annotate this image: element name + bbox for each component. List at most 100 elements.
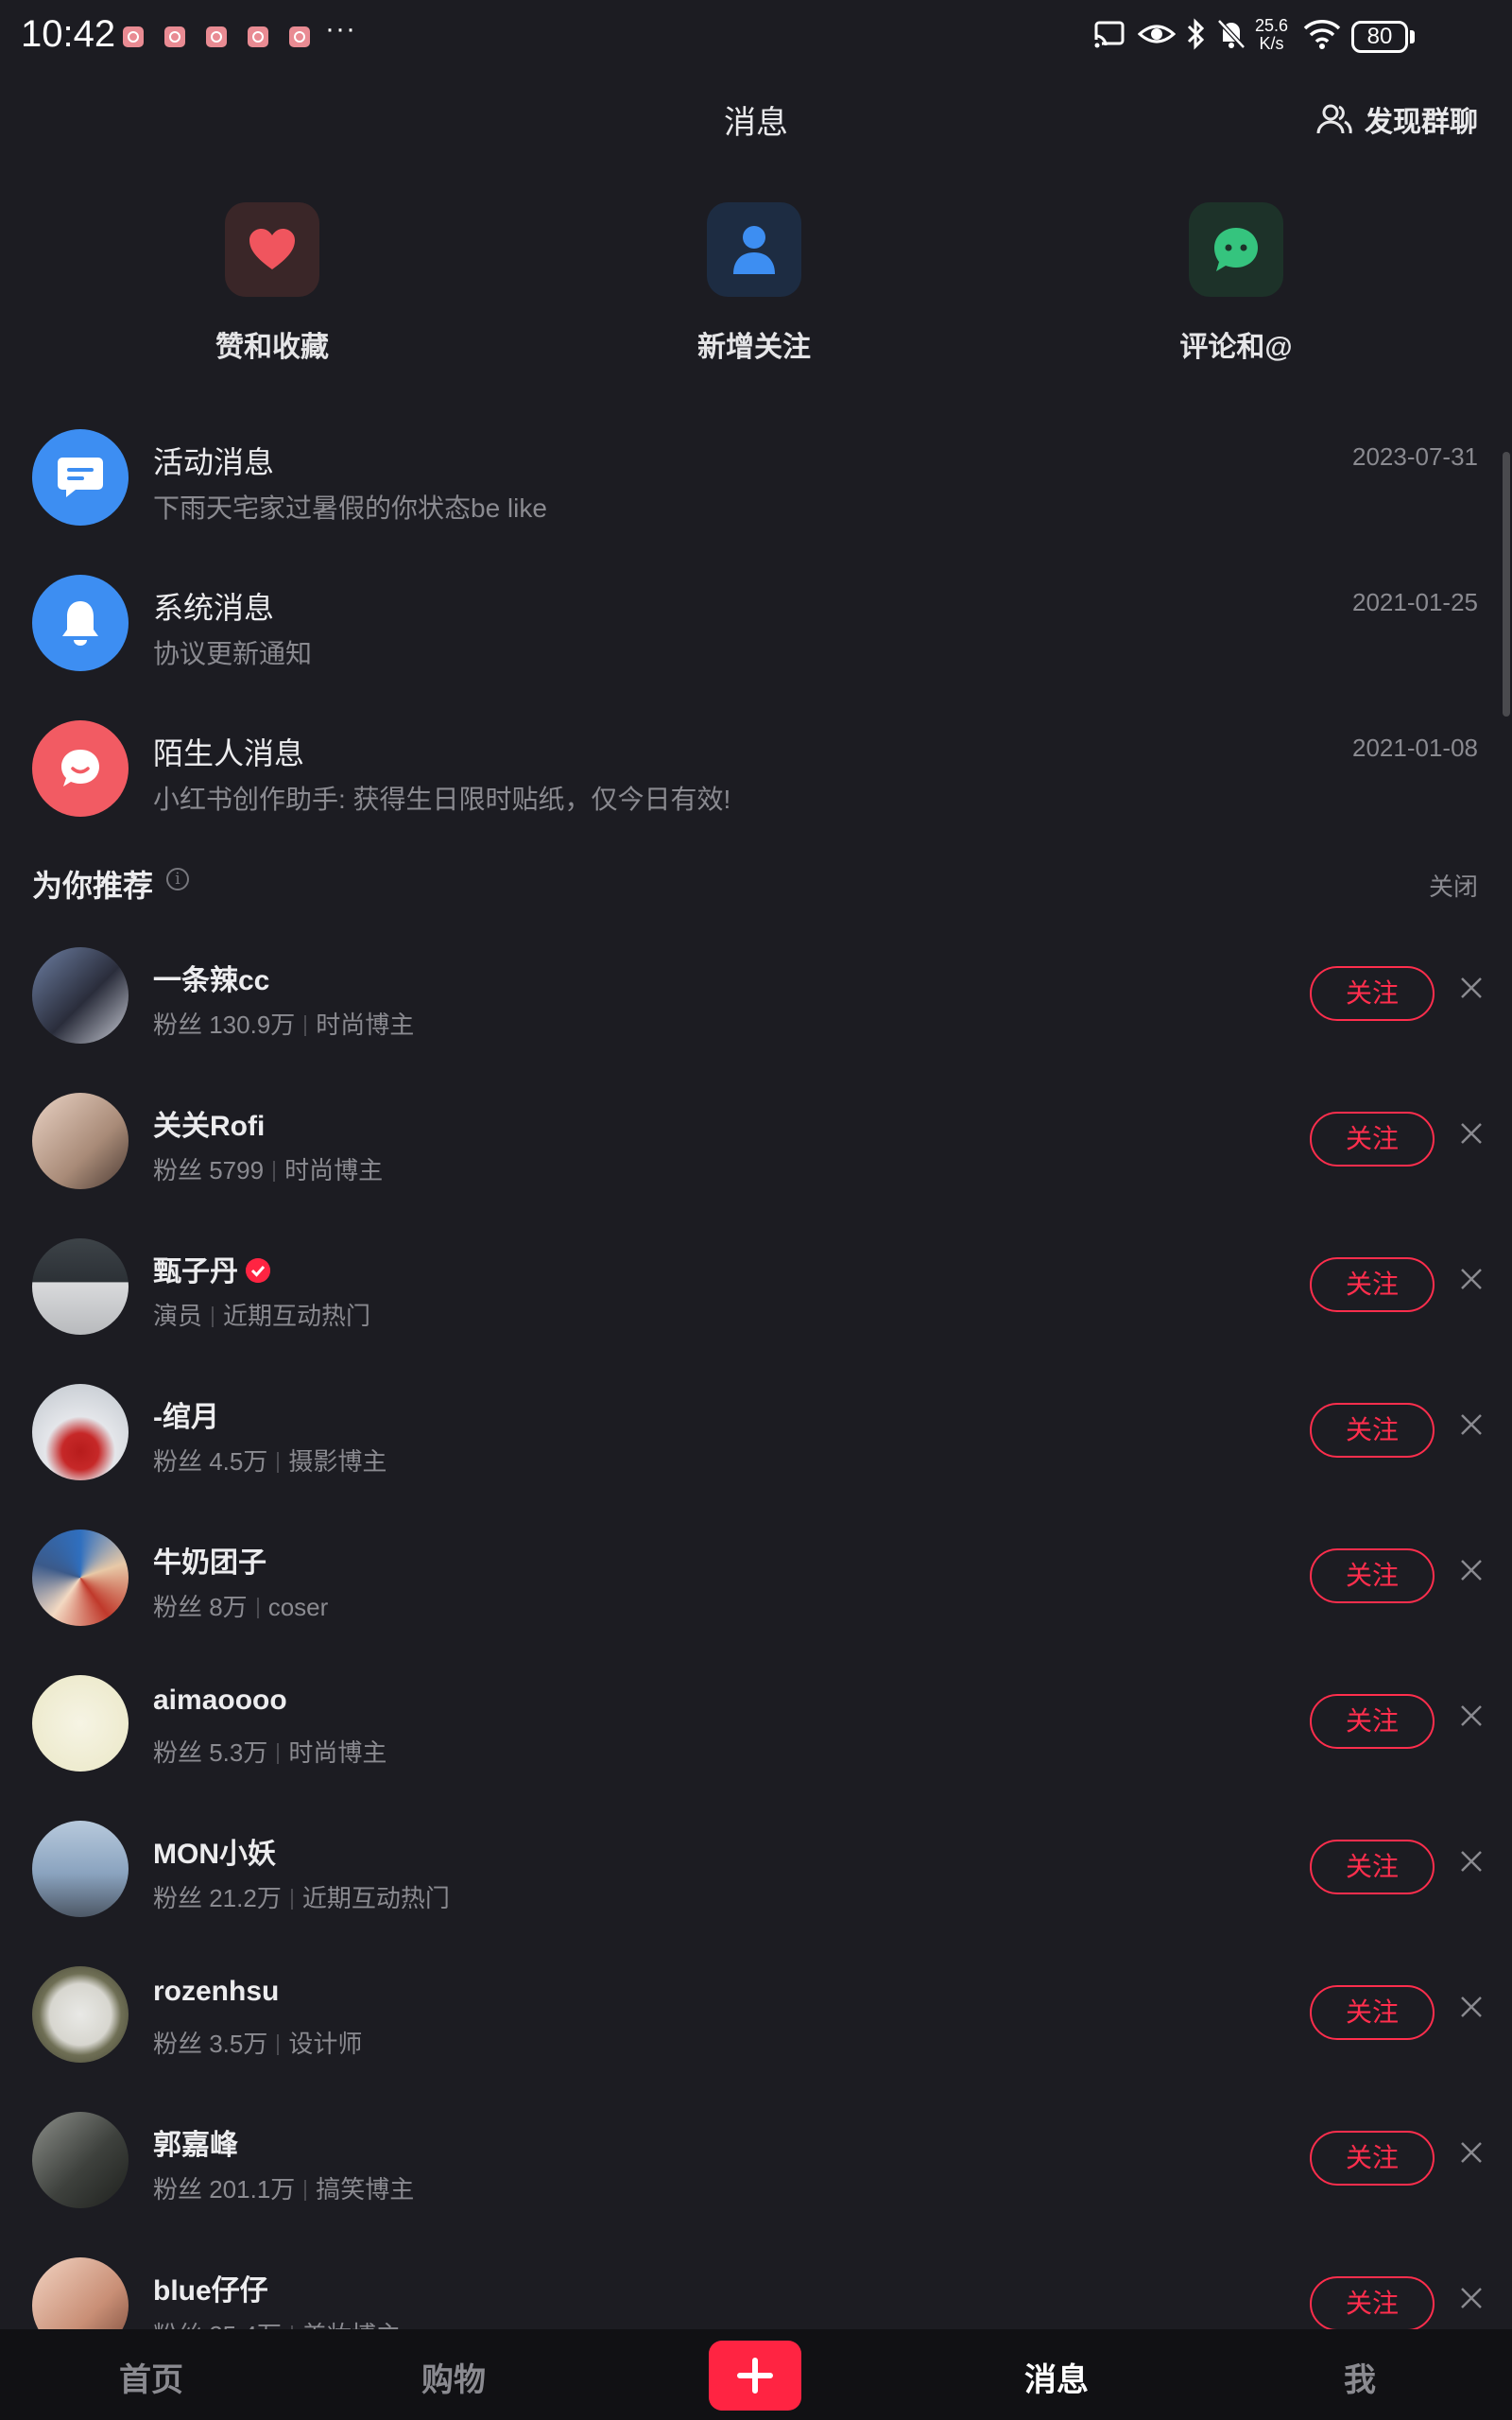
dismiss-icon[interactable]: [1459, 1703, 1484, 1728]
avatar[interactable]: [32, 1384, 129, 1480]
network-speed-unit: K/s: [1259, 34, 1284, 53]
user-name: rozenhsu: [153, 1976, 280, 2007]
dismiss-icon[interactable]: [1459, 1121, 1484, 1146]
nav-home[interactable]: 首页: [119, 2354, 183, 2400]
message-title: 陌生人消息: [153, 736, 305, 770]
meta-divider: [277, 1452, 280, 1473]
app-notification-icon: [289, 26, 310, 47]
info-icon[interactable]: i: [166, 868, 189, 890]
recommend-user-row[interactable]: -绾月 粉丝 4.5万 摄影博主 关注: [0, 1384, 1512, 1488]
user-name: 甄子丹: [153, 1256, 238, 1288]
message-title: 活动消息: [153, 445, 275, 479]
recommend-user-row[interactable]: 甄子丹 演员 近期互动热门 关注: [0, 1238, 1512, 1342]
comments-and-mentions-tile[interactable]: 评论和@: [1132, 202, 1340, 365]
follow-button[interactable]: 关注: [1310, 1985, 1435, 2040]
dismiss-icon[interactable]: [1459, 1995, 1484, 2019]
dismiss-icon[interactable]: [1459, 1267, 1484, 1291]
create-post-button[interactable]: [709, 2341, 801, 2411]
follow-button[interactable]: 关注: [1310, 2276, 1435, 2331]
user-tag: 近期互动热门: [223, 1302, 371, 1330]
user-meta: 演员 近期互动热门: [153, 1297, 370, 1332]
recommend-user-row[interactable]: 关关Rofi 粉丝 5799 时尚博主 关注: [0, 1093, 1512, 1197]
wifi-icon: [1303, 20, 1341, 49]
dismiss-icon[interactable]: [1459, 976, 1484, 1000]
dismiss-icon[interactable]: [1459, 2140, 1484, 2165]
follow-button[interactable]: 关注: [1310, 1257, 1435, 1312]
follow-button[interactable]: 关注: [1310, 966, 1435, 1021]
new-followers-tile[interactable]: 新增关注: [650, 202, 858, 365]
app-notification-icon: [248, 26, 268, 47]
stranger-message-avatar: [32, 720, 129, 817]
avatar[interactable]: [32, 1238, 129, 1335]
recommend-user-row[interactable]: 郭嘉峰 粉丝 201.1万 搞笑博主 关注: [0, 2112, 1512, 2216]
clock: 10:42: [21, 13, 116, 55]
follow-button[interactable]: 关注: [1310, 1403, 1435, 1458]
avatar[interactable]: [32, 947, 129, 1044]
follow-button[interactable]: 关注: [1310, 2131, 1435, 2186]
followers-icon-box: [707, 202, 801, 297]
dismiss-icon[interactable]: [1459, 1558, 1484, 1582]
nav-messages[interactable]: 消息: [1024, 2354, 1089, 2400]
user-meta: 粉丝 3.5万 设计师: [153, 2025, 362, 2060]
avatar[interactable]: [32, 1093, 129, 1189]
recommend-user-row[interactable]: rozenhsu 粉丝 3.5万 设计师 关注: [0, 1966, 1512, 2070]
meta-divider: [304, 1015, 307, 1036]
dismiss-icon[interactable]: [1459, 1412, 1484, 1437]
recommend-user-row[interactable]: 一条辣cc 粉丝 130.9万 时尚博主 关注: [0, 947, 1512, 1051]
follow-button[interactable]: 关注: [1310, 1548, 1435, 1603]
user-name: aimaoooo: [153, 1685, 287, 1716]
meta-divider: [212, 1306, 215, 1327]
user-tag: 时尚博主: [316, 1011, 415, 1039]
user-name: 牛奶团子: [153, 1547, 266, 1579]
nav-me[interactable]: 我: [1344, 2354, 1376, 2400]
follow-button[interactable]: 关注: [1310, 1112, 1435, 1167]
avatar[interactable]: [32, 1966, 129, 2063]
meta-divider: [277, 1743, 280, 1764]
recommend-user-row[interactable]: MON小妖 粉丝 21.2万 近期互动热门 关注: [0, 1821, 1512, 1925]
more-notifications-icon: ···: [325, 13, 356, 44]
user-followers: 粉丝 8万: [153, 1593, 248, 1621]
user-meta: 粉丝 5.3万 时尚博主: [153, 1734, 387, 1769]
avatar[interactable]: [32, 1675, 129, 1772]
follow-button[interactable]: 关注: [1310, 1694, 1435, 1749]
recommend-user-row[interactable]: 牛奶团子 粉丝 8万 coser 关注: [0, 1530, 1512, 1634]
chat-bubble-icon: [61, 750, 99, 786]
discover-group-chat-button[interactable]: 发现群聊: [1315, 98, 1478, 140]
user-tag: 设计师: [288, 2030, 363, 2058]
nav-shop[interactable]: 购物: [421, 2354, 486, 2400]
avatar[interactable]: [32, 1530, 129, 1626]
likes-and-saves-tile[interactable]: 赞和收藏: [168, 202, 376, 365]
battery-tip: [1410, 30, 1415, 43]
user-name-with-badge: 甄子丹: [153, 1248, 270, 1289]
dismiss-icon[interactable]: [1459, 2286, 1484, 2310]
user-followers: 粉丝 130.9万: [153, 1011, 296, 1039]
activity-message-row[interactable]: 活动消息 下雨天宅家过暑假的你状态be like 2023-07-31: [0, 429, 1512, 562]
meta-divider: [256, 1598, 259, 1618]
user-name: 一条辣cc: [153, 965, 270, 996]
recommend-user-row[interactable]: aimaoooo 粉丝 5.3万 时尚博主 关注: [0, 1675, 1512, 1779]
person-icon: [733, 226, 775, 274]
activity-message-avatar: [32, 429, 129, 526]
scrollbar[interactable]: [1503, 452, 1510, 717]
bluetooth-icon: [1187, 18, 1205, 50]
user-meta: 粉丝 21.2万 近期互动热门: [153, 1879, 450, 1914]
meta-divider: [304, 2180, 307, 2201]
avatar[interactable]: [32, 1821, 129, 1917]
system-message-row[interactable]: 系统消息 协议更新通知 2021-01-25: [0, 575, 1512, 707]
message-title: 系统消息: [153, 591, 275, 625]
dismiss-icon[interactable]: [1459, 1849, 1484, 1874]
new-followers-label: 新增关注: [697, 332, 811, 363]
message-preview: 下雨天宅家过暑假的你状态be like: [153, 493, 547, 523]
plus-icon: [737, 2358, 773, 2394]
user-tag: 搞笑博主: [316, 2175, 415, 2204]
status-bar: 10:42 ··· 25.6 K/s 80: [0, 0, 1512, 76]
bottom-nav: 首页 购物 消息 我: [0, 2329, 1512, 2420]
avatar[interactable]: [32, 2112, 129, 2208]
follow-button[interactable]: 关注: [1310, 1840, 1435, 1894]
user-tag: coser: [267, 1593, 329, 1621]
likes-icon-box: [225, 202, 319, 297]
message-preview: 小红书创作助手: 获得生日限时贴纸，仅今日有效!: [153, 785, 731, 814]
close-recommend-button[interactable]: 关闭: [1429, 868, 1478, 903]
stranger-message-row[interactable]: 陌生人消息 小红书创作助手: 获得生日限时贴纸，仅今日有效! 2021-01-0…: [0, 720, 1512, 853]
user-meta: 粉丝 8万 coser: [153, 1588, 328, 1623]
